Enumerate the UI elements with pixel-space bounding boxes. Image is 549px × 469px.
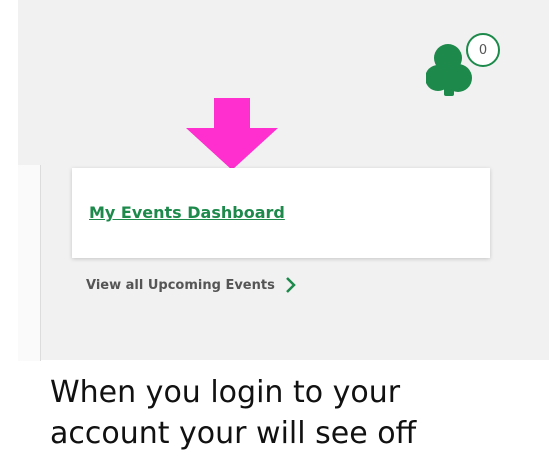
events-card: My Events Dashboard	[72, 168, 490, 258]
chevron-right-icon	[285, 277, 296, 293]
screenshot-area: 0 My Events Dashboard View all Upcoming …	[0, 0, 549, 361]
view-all-upcoming-events-link[interactable]: View all Upcoming Events	[86, 276, 297, 294]
arrow-down-icon	[186, 98, 278, 170]
page-margin	[0, 0, 18, 469]
view-all-label: View all Upcoming Events	[86, 277, 275, 293]
my-events-dashboard-link[interactable]: My Events Dashboard	[89, 203, 285, 222]
cart-count-badge: 0	[478, 42, 488, 58]
caption-line: account your will see off	[50, 416, 417, 451]
caption-line: When you login to your	[50, 375, 401, 410]
caption-text: When you login to your account your will…	[50, 372, 545, 454]
